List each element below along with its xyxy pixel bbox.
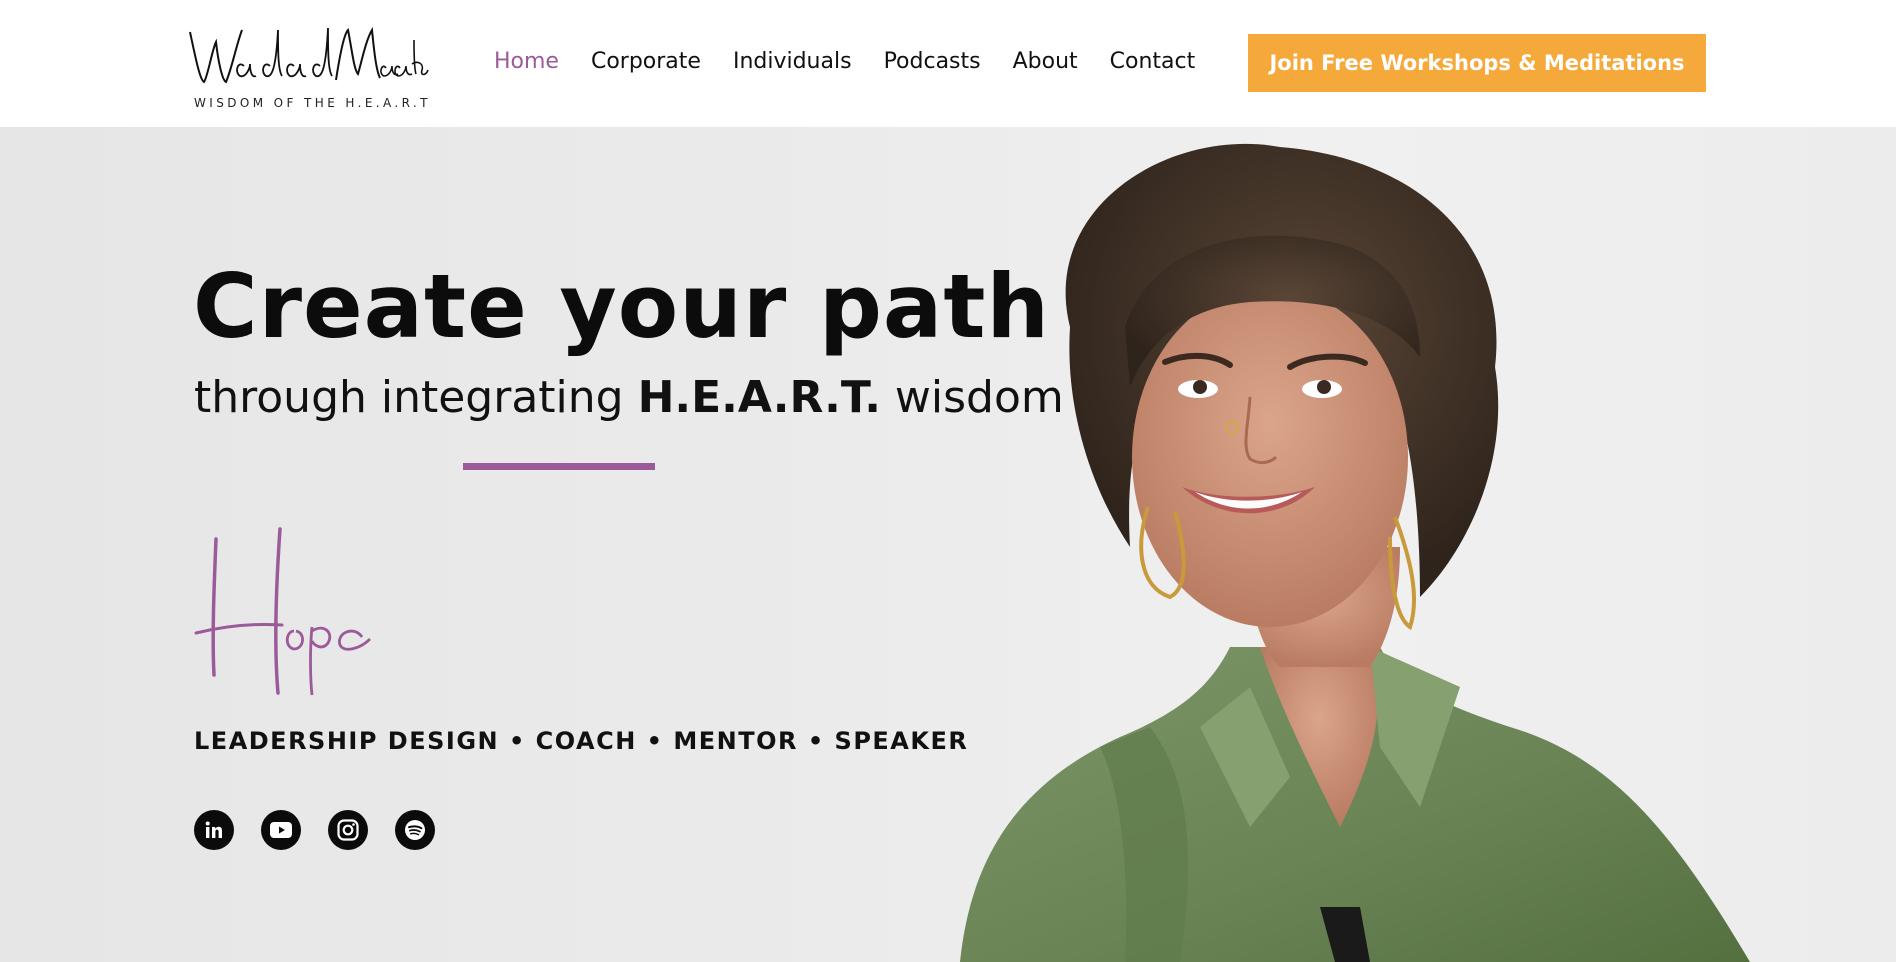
portrait-photo	[960, 143, 1750, 962]
spotify-icon[interactable]	[395, 810, 435, 850]
nav-home[interactable]: Home	[494, 47, 559, 77]
logo-tagline: WISDOM OF THE H.E.A.R.T	[194, 96, 431, 110]
subline-heart: H.E.A.R.T.	[637, 372, 881, 423]
join-workshops-button[interactable]: Join Free Workshops & Meditations	[1248, 34, 1706, 92]
hope-script-word	[194, 527, 371, 696]
social-links	[194, 810, 462, 850]
nav-individuals[interactable]: Individuals	[733, 47, 852, 77]
nav-about[interactable]: About	[1013, 47, 1078, 77]
main-nav: Home Corporate Individuals Podcasts Abou…	[494, 47, 1227, 77]
nav-corporate[interactable]: Corporate	[591, 47, 701, 77]
nav-podcasts[interactable]: Podcasts	[884, 47, 981, 77]
roles-text: LEADERSHIP DESIGN • COACH • MENTOR • SPE…	[194, 727, 969, 755]
accent-divider	[463, 463, 655, 470]
subline-text-start: through integrating	[194, 372, 638, 423]
nav-contact[interactable]: Contact	[1110, 47, 1196, 77]
hero-headline: Create your path	[193, 255, 1051, 358]
linkedin-icon[interactable]	[194, 810, 234, 850]
hero-section: Create your path through integrating H.E…	[0, 127, 1896, 962]
logo-signature	[189, 26, 429, 84]
site-logo[interactable]: WISDOM OF THE H.E.A.R.T	[186, 20, 430, 114]
hero-subline: through integrating H.E.A.R.T. wisdom	[194, 370, 1064, 426]
site-header: WISDOM OF THE H.E.A.R.T Home Corporate I…	[0, 0, 1896, 127]
youtube-icon[interactable]	[261, 810, 301, 850]
instagram-icon[interactable]	[328, 810, 368, 850]
